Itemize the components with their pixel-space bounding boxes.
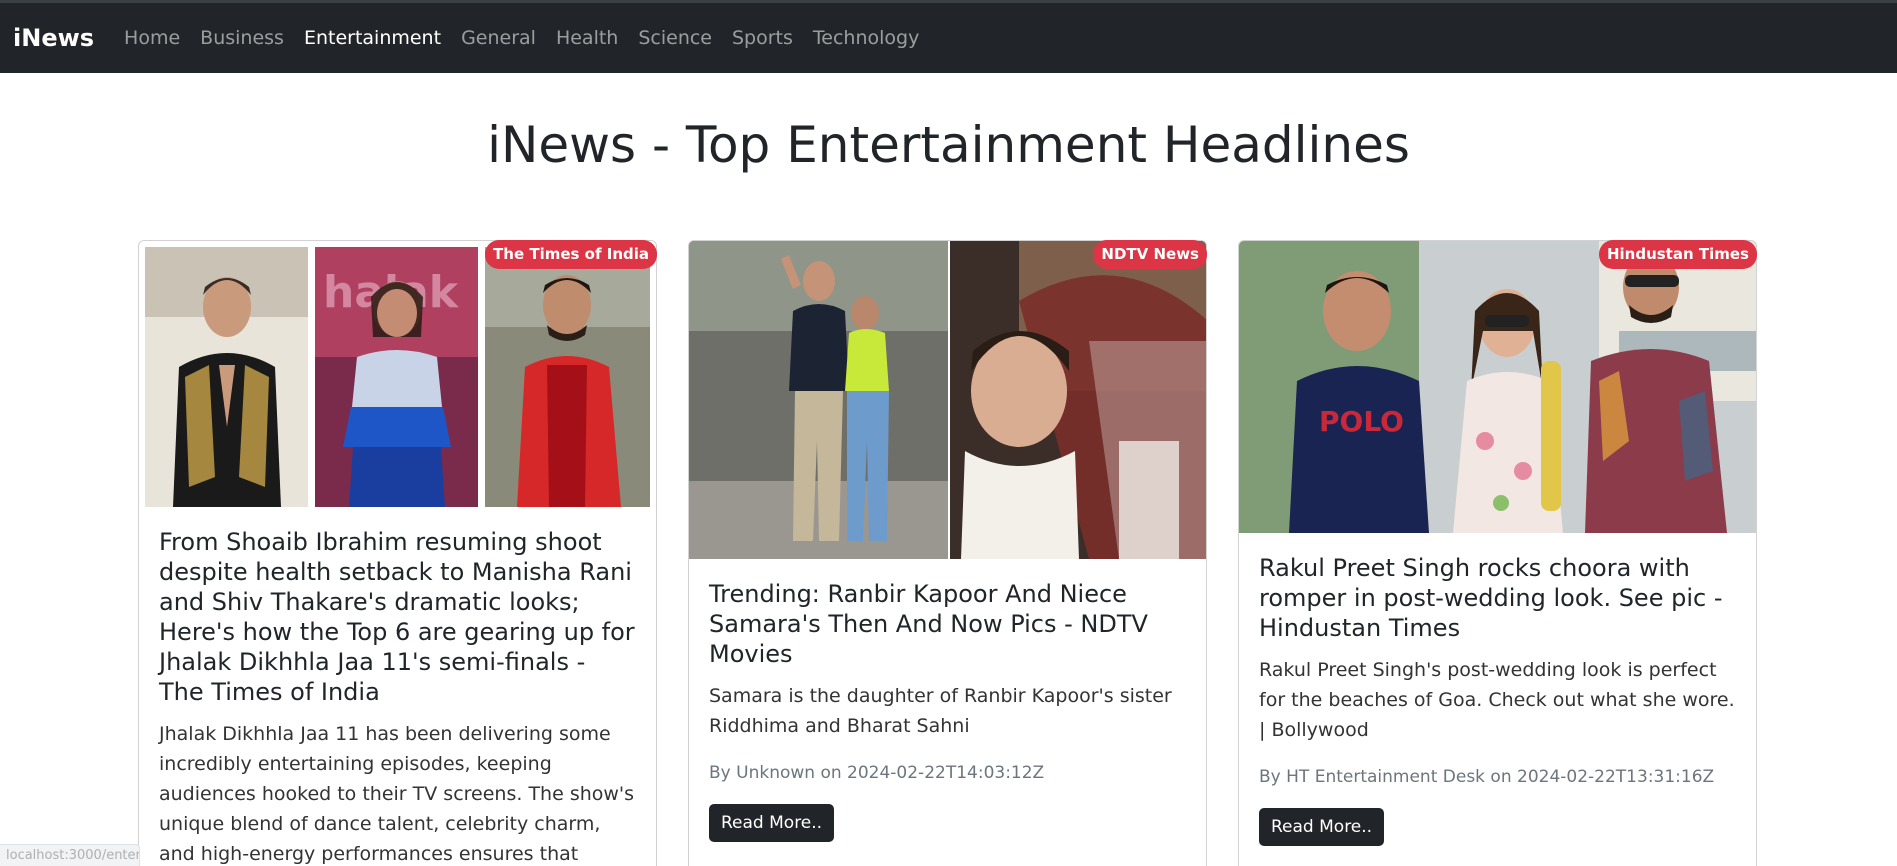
news-card: The Times of India halak bbox=[138, 240, 657, 866]
news-card: NDTV News Trending: Ranbir Kapoor And Ni… bbox=[688, 240, 1207, 866]
top-navbar: iNews Home Business Entertainment Genera… bbox=[0, 0, 1897, 73]
nav-link-health[interactable]: Health bbox=[556, 27, 618, 49]
article-author-date: By Unknown on 2024-02-22T14:03:12Z bbox=[709, 763, 1045, 783]
article-image: POLO bbox=[1239, 241, 1756, 533]
source-badge: Hindustan Times bbox=[1598, 240, 1757, 269]
article-title: From Shoaib Ibrahim resuming shoot despi… bbox=[159, 528, 635, 706]
article-description: Samara is the daughter of Ranbir Kapoor'… bbox=[709, 685, 1172, 737]
article-title: Rakul Preet Singh rocks choora with romp… bbox=[1259, 554, 1723, 642]
article-title: Trending: Ranbir Kapoor And Niece Samara… bbox=[709, 580, 1148, 668]
article-description: Jhalak Dikhhla Jaa 11 has been deliverin… bbox=[159, 723, 635, 865]
nav-link-entertainment[interactable]: Entertainment bbox=[304, 27, 441, 49]
svg-text:POLO: POLO bbox=[1319, 405, 1404, 438]
article-image bbox=[689, 241, 1206, 559]
read-more-button[interactable]: Read More.. bbox=[1259, 808, 1385, 846]
nav-link-business[interactable]: Business bbox=[200, 27, 284, 49]
article-description: Rakul Preet Singh's post-wedding look is… bbox=[1259, 659, 1735, 741]
news-card: Hindustan Times POLO Rakul Preet Singh r… bbox=[1238, 240, 1757, 866]
source-badge: NDTV News bbox=[1093, 240, 1207, 269]
nav-link-home[interactable]: Home bbox=[124, 27, 180, 49]
source-badge: The Times of India bbox=[485, 240, 657, 269]
nav-link-sports[interactable]: Sports bbox=[732, 27, 793, 49]
brand-logo-link[interactable]: iNews bbox=[13, 24, 94, 52]
nav-link-science[interactable]: Science bbox=[638, 27, 712, 49]
status-bar-url: localhost:3000/entertainment bbox=[0, 844, 140, 866]
article-author-date: By HT Entertainment Desk on 2024-02-22T1… bbox=[1259, 767, 1715, 787]
article-image: halak bbox=[139, 241, 656, 507]
nav-link-general[interactable]: General bbox=[461, 27, 536, 49]
read-more-button[interactable]: Read More.. bbox=[709, 804, 835, 842]
nav-link-technology[interactable]: Technology bbox=[813, 27, 919, 49]
page-title: iNews - Top Entertainment Headlines bbox=[487, 116, 1410, 174]
